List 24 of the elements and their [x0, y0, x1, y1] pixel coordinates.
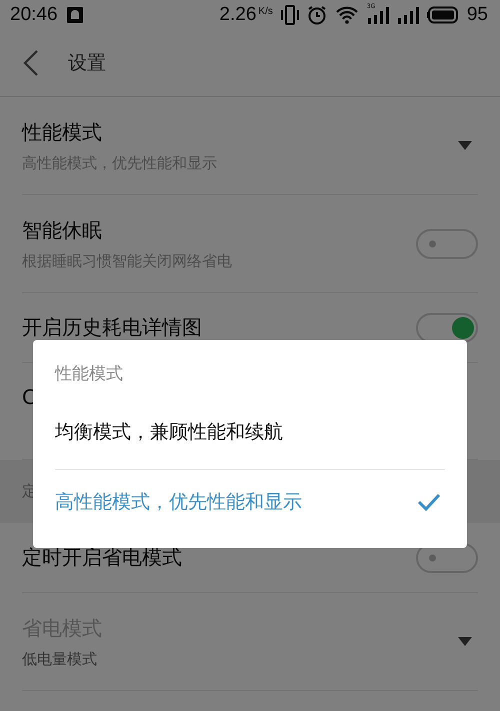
back-icon[interactable]: [22, 49, 40, 77]
page-title: 设置: [68, 51, 106, 76]
alarm-icon: [306, 5, 327, 25]
dropdown-arrow-icon[interactable]: [458, 637, 472, 646]
clock: 20:46: [10, 4, 58, 26]
speed-unit: K/s: [258, 6, 273, 17]
dialog-option[interactable]: 均衡模式，兼顾性能和续航: [55, 400, 445, 470]
dialog-option[interactable]: 高性能模式，优先性能和显示: [55, 470, 445, 534]
network-speed: 2.26: [219, 4, 256, 26]
dialog-title: 性能模式: [55, 363, 124, 386]
vibrate-icon: [280, 5, 299, 25]
setting-title: 智能休眠: [22, 216, 103, 244]
notification-icon: [66, 6, 84, 24]
dropdown-arrow-icon[interactable]: [458, 141, 472, 150]
toggle-switch[interactable]: [416, 228, 478, 258]
battery-icon: [426, 6, 459, 24]
setting-title: 开启历史耗电详情图: [22, 314, 203, 341]
setting-title: 性能模式: [22, 118, 103, 146]
setting-title: 定时开启省电模式: [22, 544, 183, 571]
battery-level: 95: [466, 4, 488, 26]
checkmark-icon: [417, 492, 441, 512]
setting-value: 低电量模式: [22, 650, 98, 668]
wifi-icon: [334, 6, 359, 24]
signal-icon: [396, 6, 419, 24]
